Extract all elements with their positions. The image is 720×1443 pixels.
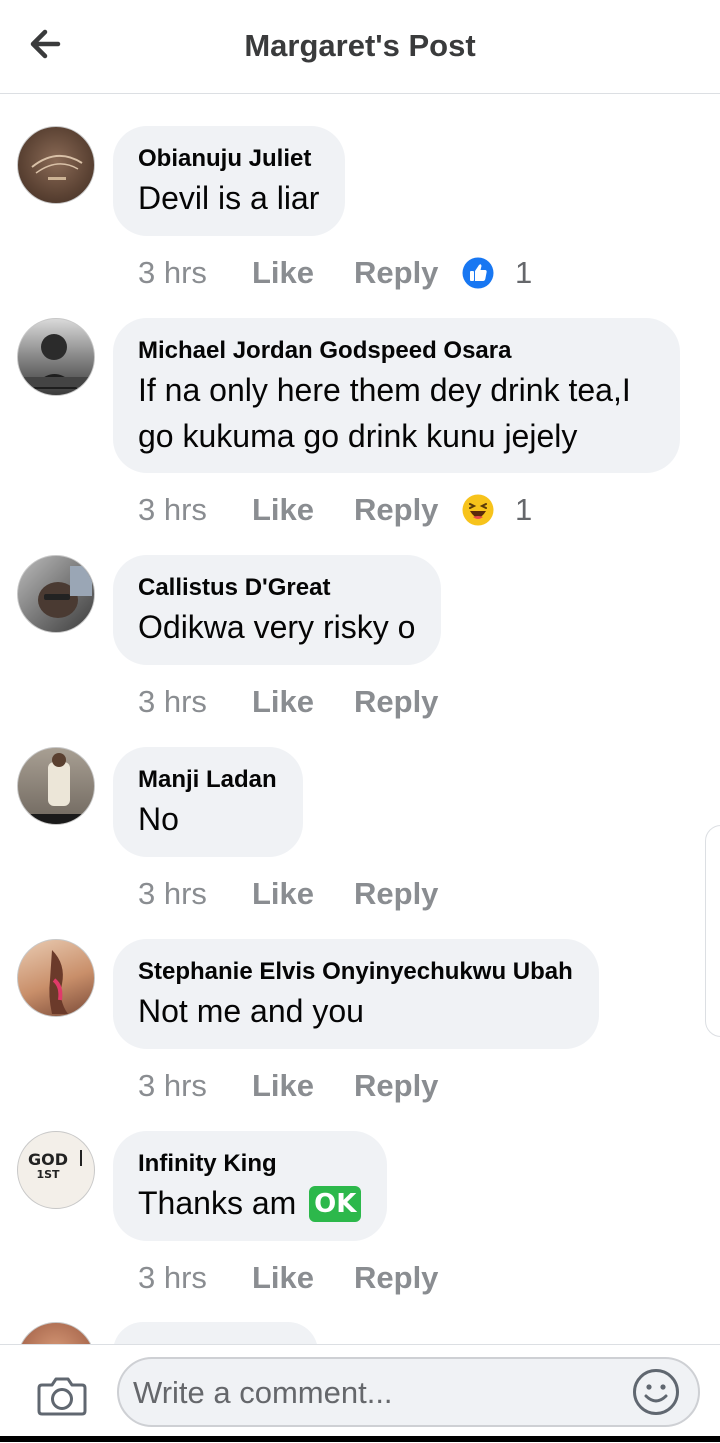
- avatar[interactable]: [17, 126, 95, 204]
- avatar[interactable]: GOD 1ST: [17, 1131, 95, 1209]
- comment-text: Odikwa very risky o: [138, 609, 416, 645]
- comment-time: 3 hrs: [138, 1260, 207, 1295]
- comment-author[interactable]: Infinity King: [138, 1149, 361, 1179]
- side-scroll-handle[interactable]: [705, 825, 720, 1037]
- comment-actions: 3 hrs Like Reply: [138, 1258, 468, 1298]
- like-button[interactable]: Like: [252, 874, 314, 914]
- comment-text: Not me and you: [138, 993, 364, 1029]
- avatar-photo-icon: [49, 950, 68, 1014]
- system-nav-strip: [0, 1436, 720, 1442]
- comment-input[interactable]: [131, 1359, 625, 1427]
- comment-composer: [0, 1344, 720, 1443]
- like-button[interactable]: Like: [252, 490, 314, 530]
- reply-button[interactable]: Reply: [354, 1258, 438, 1298]
- comment-author[interactable]: Manji Ladan: [138, 765, 277, 795]
- avatar-text: GOD 1ST: [27, 1150, 68, 1182]
- comment-text: If na only here them dey drink tea,I go …: [138, 367, 654, 459]
- avatar-photo-icon: [38, 566, 92, 618]
- comment-bubble[interactable]: Callistus D'Great Odikwa very risky o: [113, 555, 442, 665]
- avatar-bar: [80, 1150, 82, 1166]
- like-icon[interactable]: [462, 257, 494, 289]
- comment-actions: 3 hrs Like Reply: [138, 682, 468, 722]
- comment-text-value: Thanks am: [138, 1185, 297, 1221]
- avatar[interactable]: [17, 318, 95, 396]
- comment-author[interactable]: Callistus D'Great: [138, 573, 415, 603]
- like-button[interactable]: Like: [252, 682, 314, 722]
- comment-time: 3 hrs: [138, 684, 207, 719]
- comment-time: 3 hrs: [138, 1068, 207, 1103]
- page-title: Margaret's Post: [244, 28, 476, 63]
- comment-bubble[interactable]: Infinity King Thanks am OK: [113, 1131, 388, 1241]
- like-button[interactable]: Like: [252, 253, 314, 293]
- comment-actions: 3 hrs Like Reply 1: [138, 253, 558, 293]
- reply-button[interactable]: Reply: [354, 490, 438, 530]
- avatar[interactable]: [17, 939, 95, 1017]
- comment-bubble[interactable]: Stephanie Elvis Onyinyechukwu Ubah Not m…: [113, 939, 599, 1049]
- avatar-photo-icon: [18, 753, 94, 824]
- comment-input-box[interactable]: [117, 1357, 700, 1427]
- avatar[interactable]: [17, 747, 95, 825]
- comment-time: 3 hrs: [138, 876, 207, 911]
- haha-icon[interactable]: [462, 494, 494, 526]
- comment-bubble[interactable]: Michael Jordan Godspeed Osara If na only…: [113, 318, 680, 473]
- avatar-photo-icon: [24, 334, 90, 389]
- camera-icon[interactable]: [36, 1373, 88, 1417]
- comment-actions: 3 hrs Like Reply: [138, 1066, 468, 1106]
- like-button[interactable]: Like: [252, 1258, 314, 1298]
- reaction-count[interactable]: 1: [515, 490, 532, 530]
- ok-emoji-icon: OK: [309, 1186, 362, 1222]
- comment-text: Thanks am OK: [138, 1180, 362, 1226]
- avatar-logo-icon: [31, 155, 83, 180]
- comment-actions: 3 hrs Like Reply: [138, 874, 468, 914]
- reply-button[interactable]: Reply: [354, 1066, 438, 1106]
- comment-text-line: If na only here them dey drink tea,I: [138, 372, 631, 408]
- reaction-count[interactable]: 1: [515, 253, 532, 293]
- comment-author[interactable]: Michael Jordan Godspeed Osara: [138, 336, 654, 366]
- emoji-icon[interactable]: [632, 1368, 680, 1416]
- comment-time: 3 hrs: [138, 255, 207, 290]
- reply-button[interactable]: Reply: [354, 874, 438, 914]
- comment-time: 3 hrs: [138, 492, 207, 527]
- comment-bubble[interactable]: Obianuju Juliet Devil is a liar: [113, 126, 346, 236]
- like-button[interactable]: Like: [252, 1066, 314, 1106]
- avatar[interactable]: [17, 555, 95, 633]
- comment-text-line: go kukuma go drink kunu jejely: [138, 418, 578, 454]
- comment-author[interactable]: Obianuju Juliet: [138, 144, 319, 174]
- top-bar: Margaret's Post: [0, 0, 720, 94]
- comment-actions: 3 hrs Like Reply 1: [138, 490, 558, 530]
- comment-author[interactable]: Stephanie Elvis Onyinyechukwu Ubah: [138, 957, 573, 987]
- comment-text: No: [138, 801, 179, 837]
- reply-button[interactable]: Reply: [354, 253, 438, 293]
- comment-text: Devil is a liar: [138, 180, 320, 216]
- reply-button[interactable]: Reply: [354, 682, 438, 722]
- comment-bubble[interactable]: Manji Ladan No: [113, 747, 303, 857]
